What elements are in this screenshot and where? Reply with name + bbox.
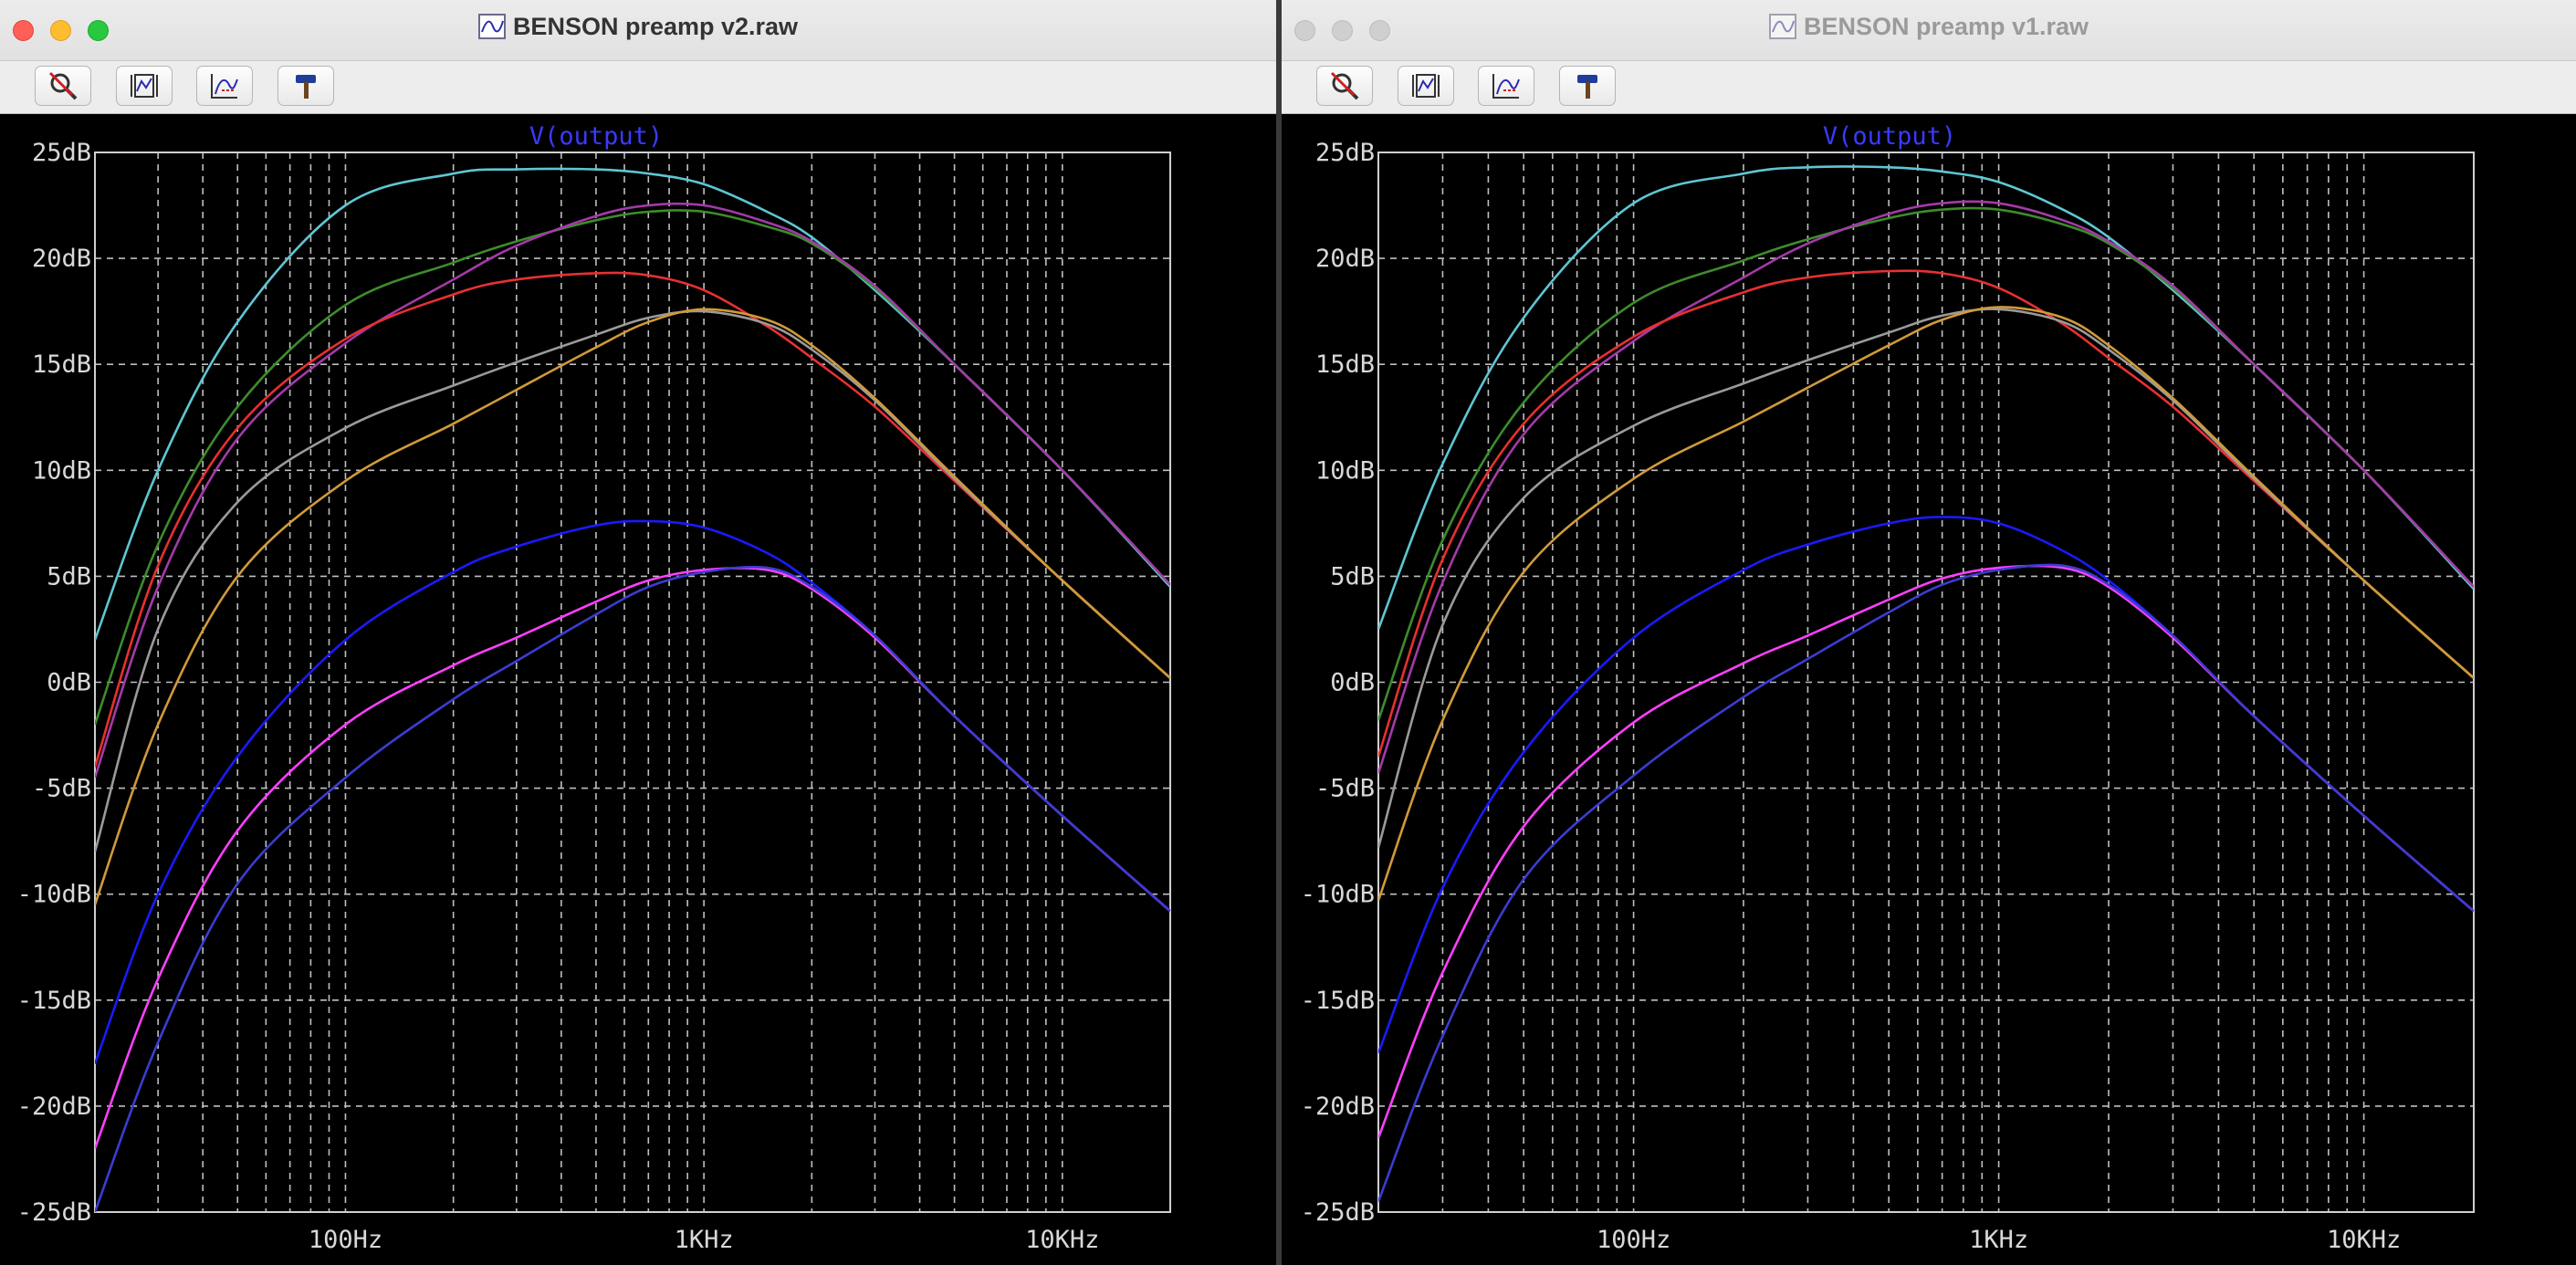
y-tick-label: -10dB	[1301, 881, 1375, 909]
y-tick-label: 20dB	[1315, 245, 1375, 273]
y-tick-label: -5dB	[32, 775, 91, 803]
trace-line[interactable]	[1378, 306, 2474, 902]
bode-plot[interactable]: V(output) 25dB 20dB 15dB 10dB 5dB 0dB -5dB -10dB…	[0, 114, 1276, 1265]
y-tick-label: 5dB	[1330, 562, 1375, 591]
title-bar[interactable]: BENSON preamp v2.raw	[0, 0, 1276, 61]
trace-line[interactable]	[1378, 564, 2474, 1139]
window-title: BENSON preamp v1.raw	[1282, 13, 2576, 41]
zoom-cancel-button[interactable]	[35, 66, 91, 106]
window-title-text: BENSON preamp v1.raw	[1803, 13, 2089, 40]
waveform-document-icon	[477, 14, 506, 39]
trace-line[interactable]	[95, 565, 1170, 1212]
trace-line[interactable]	[95, 309, 1170, 852]
plot-grid	[1378, 152, 2474, 1212]
window-title-text: BENSON preamp v2.raw	[512, 13, 799, 40]
y-tick-label: -25dB	[17, 1198, 91, 1227]
y-tick-label: -5dB	[1315, 775, 1375, 803]
x-tick-label: 10KHz	[1025, 1226, 1099, 1254]
bode-plot[interactable]: V(output) 25dB 20dB 15dB 10dB 5dB 0dB -5dB -10dB…	[1282, 114, 2576, 1265]
y-tick-label: 10dB	[32, 456, 91, 485]
y-tick-label: -20dB	[17, 1092, 91, 1121]
trace-line[interactable]	[1378, 165, 2474, 630]
trace-line[interactable]	[95, 308, 1170, 905]
pan-button[interactable]	[196, 66, 253, 106]
y-tick-label: 15dB	[1315, 350, 1375, 379]
autorange-button[interactable]	[116, 66, 173, 106]
x-tick-label: 1KHz	[1969, 1226, 2028, 1254]
y-tick-label: 25dB	[1315, 139, 1375, 167]
plot-toolbar	[1282, 61, 2576, 114]
trace-line[interactable]	[95, 271, 1170, 768]
x-tick-label: 100Hz	[309, 1226, 382, 1254]
plot-toolbar	[0, 61, 1276, 114]
hammer-button[interactable]	[1559, 66, 1616, 106]
y-tick-label: 25dB	[32, 139, 91, 167]
y-tick-label: -25dB	[1301, 1198, 1375, 1227]
zoom-cancel-button[interactable]	[1316, 66, 1373, 106]
trace-line[interactable]	[95, 202, 1170, 779]
pan-icon	[211, 74, 238, 99]
y-tick-label: 20dB	[32, 245, 91, 273]
y-tick-label: 10dB	[1315, 456, 1375, 485]
waveform-window-v1[interactable]: BENSON preamp v1.raw V(output) 25dB 20dB…	[1282, 0, 2576, 1265]
window-title: BENSON preamp v2.raw	[0, 13, 1276, 41]
y-tick-label: 15dB	[32, 350, 91, 379]
autorange-icon	[1412, 74, 1440, 98]
autorange-icon	[131, 74, 158, 98]
y-tick-label: -15dB	[1301, 987, 1375, 1015]
y-tick-label: -20dB	[1301, 1092, 1375, 1121]
x-tick-label: 1KHz	[675, 1226, 734, 1254]
trace-line[interactable]	[1378, 200, 2474, 774]
title-bar[interactable]: BENSON preamp v1.raw	[1282, 0, 2576, 61]
y-tick-label: -10dB	[17, 881, 91, 909]
hammer-icon	[1577, 75, 1597, 99]
y-tick-label: 0dB	[1330, 669, 1375, 697]
zoom-cancel-icon	[48, 71, 78, 100]
trace-line[interactable]	[1378, 206, 2474, 721]
y-tick-label: 5dB	[47, 562, 91, 591]
hammer-icon	[296, 75, 316, 99]
pan-icon	[1492, 74, 1520, 99]
pan-button[interactable]	[1478, 66, 1534, 106]
trace-line[interactable]	[1378, 269, 2474, 758]
zoom-cancel-icon	[1330, 71, 1359, 100]
trace-line[interactable]	[95, 209, 1170, 726]
y-tick-label: -15dB	[17, 987, 91, 1015]
y-tick-label: 0dB	[47, 669, 91, 697]
x-tick-label: 10KHz	[2327, 1226, 2401, 1254]
hammer-button[interactable]	[277, 66, 334, 106]
trace-line[interactable]	[95, 519, 1170, 1064]
trace-title[interactable]: V(output)	[1823, 122, 1956, 151]
plot-grid	[95, 152, 1170, 1212]
trace-line[interactable]	[95, 167, 1170, 641]
waveform-window-v2[interactable]: BENSON preamp v2.raw V(output) 25dB 20dB…	[0, 0, 1276, 1265]
autorange-button[interactable]	[1398, 66, 1454, 106]
waveform-document-icon	[1768, 14, 1796, 39]
trace-line[interactable]	[1378, 516, 2474, 1054]
trace-title[interactable]: V(output)	[529, 122, 663, 151]
x-tick-label: 100Hz	[1597, 1226, 1670, 1254]
